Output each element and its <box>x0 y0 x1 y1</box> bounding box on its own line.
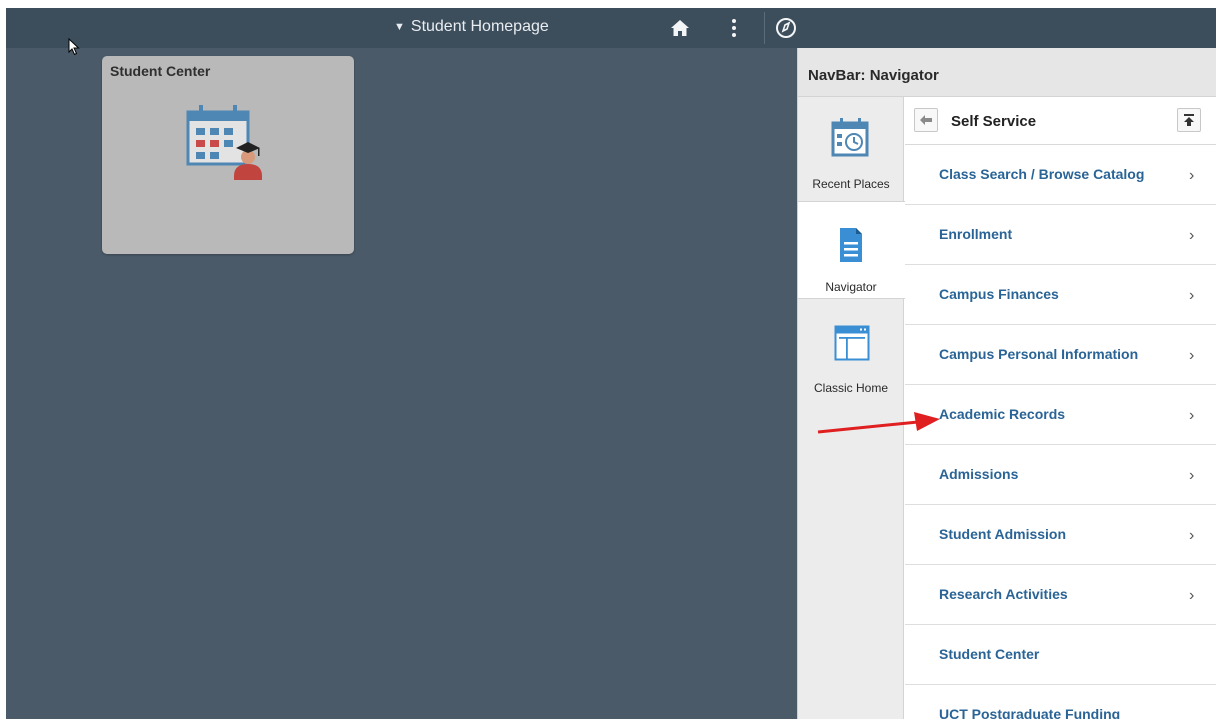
navigator-icon <box>838 226 864 269</box>
tab-classic-home[interactable]: Classic Home <box>798 299 904 403</box>
menu-item-campus-finances[interactable]: Campus Finances › <box>905 265 1216 325</box>
homepage-selector[interactable]: ▼ Student Homepage <box>394 18 549 36</box>
chevron-right-icon: › <box>1189 227 1195 244</box>
menu-item-label: Admissions <box>939 466 1019 482</box>
menu-item-label: Enrollment <box>939 226 1013 242</box>
menu-item-label: UCT Postgraduate Funding <box>939 706 1121 719</box>
navbar-compass-icon[interactable] <box>766 8 806 48</box>
menu-item-label: Research Activities <box>939 586 1068 602</box>
mouse-pointer-icon <box>68 37 80 61</box>
menu-item-label: Class Search / Browse Catalog <box>939 166 1145 182</box>
chevron-right-icon: › <box>1189 587 1195 604</box>
menu-item-label: Student Center <box>939 646 1040 662</box>
menu-item-student-admission[interactable]: Student Admission › <box>905 505 1216 565</box>
tab-label: Navigator <box>825 280 877 294</box>
menu-item-student-center[interactable]: Student Center <box>905 625 1216 685</box>
tab-navigator[interactable]: Navigator <box>798 201 905 299</box>
menu-item-label: Campus Personal Information <box>939 346 1139 362</box>
menu-item-label: Academic Records <box>939 406 1066 422</box>
home-icon[interactable] <box>660 8 700 48</box>
chevron-right-icon: › <box>1189 167 1195 184</box>
navbar-title: NavBar: Navigator <box>808 67 939 84</box>
homepage-title: Student Homepage <box>410 18 549 35</box>
student-center-tile[interactable]: Student Center <box>102 56 354 254</box>
chevron-right-icon: › <box>1189 347 1195 364</box>
menu-item-label: Student Admission <box>939 526 1067 542</box>
navigator-menu-list: Class Search / Browse Catalog › Enrollme… <box>905 145 1216 719</box>
chevron-right-icon: › <box>1189 527 1195 544</box>
navigator-list-header: Self Service <box>905 97 1216 145</box>
tile-title: Student Center <box>110 63 211 79</box>
chevron-right-icon: › <box>1189 407 1195 424</box>
top-arrow-icon <box>1184 114 1194 126</box>
app-frame: ▼ Student Homepage Student Center NavBar… <box>6 8 1216 719</box>
back-to-top-button[interactable] <box>1177 108 1201 132</box>
tab-recent-places[interactable]: Recent Places <box>798 97 904 201</box>
header-bar: ▼ Student Homepage <box>6 8 1216 48</box>
tab-label: Recent Places <box>812 177 890 191</box>
dropdown-triangle-icon: ▼ <box>394 21 405 33</box>
navbar-panel: NavBar: Navigator Recent Places Navigato… <box>797 48 1216 719</box>
chevron-right-icon: › <box>1189 287 1195 304</box>
navbar-side-tabs: Recent Places Navigator Classic Home <box>798 97 905 719</box>
more-options-icon[interactable] <box>722 8 746 48</box>
back-arrow-icon <box>920 115 932 125</box>
tab-label: Classic Home <box>813 381 888 395</box>
back-button[interactable] <box>914 108 938 132</box>
menu-item-class-search[interactable]: Class Search / Browse Catalog › <box>905 145 1216 205</box>
menu-item-admissions[interactable]: Admissions › <box>905 445 1216 505</box>
menu-item-label: Campus Finances <box>939 286 1059 302</box>
student-calendar-icon <box>186 102 272 189</box>
chevron-right-icon: › <box>1189 467 1195 484</box>
menu-item-campus-personal-information[interactable]: Campus Personal Information › <box>905 325 1216 385</box>
navbar-header: NavBar: Navigator <box>798 48 1216 97</box>
menu-item-uct-postgraduate-funding[interactable]: UCT Postgraduate Funding <box>905 685 1216 719</box>
menu-item-academic-records[interactable]: Academic Records › <box>905 385 1216 445</box>
header-divider <box>764 12 765 44</box>
section-title: Self Service <box>951 113 1037 130</box>
menu-item-research-activities[interactable]: Research Activities › <box>905 565 1216 625</box>
recent-places-icon <box>831 117 871 162</box>
menu-item-enrollment[interactable]: Enrollment › <box>905 205 1216 265</box>
classic-home-icon <box>834 325 870 366</box>
